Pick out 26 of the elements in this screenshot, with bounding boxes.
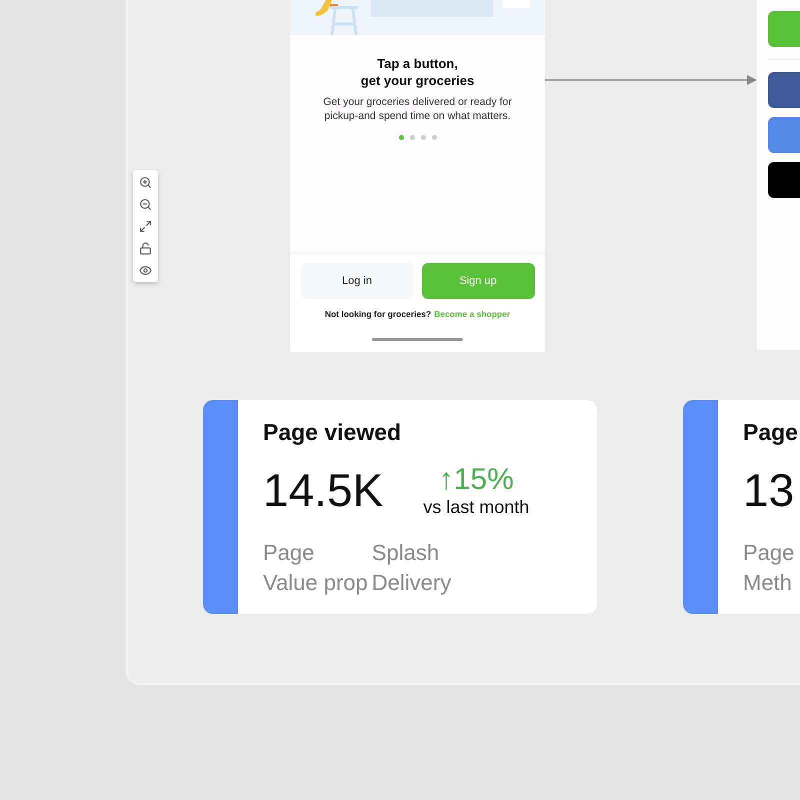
- card-title: Page: [743, 418, 798, 447]
- pager-dot[interactable]: [410, 135, 414, 140]
- onboarding-description: Get your groceries delivered or ready for pickup-and spend time on what matters.: [322, 95, 513, 123]
- expand-button[interactable]: [138, 218, 154, 234]
- footer-text: Not looking for groceries?: [324, 309, 432, 319]
- unlock-button[interactable]: [138, 240, 154, 256]
- pager-dot[interactable]: [398, 135, 404, 140]
- change-percent: ↑15%: [438, 462, 514, 496]
- card-property: Page: [263, 539, 316, 567]
- log-in-button[interactable]: Log in: [300, 263, 414, 299]
- card-property: Meth: [743, 569, 793, 597]
- pager-dot[interactable]: [420, 135, 426, 140]
- shopper-link[interactable]: Become a shopper: [434, 309, 510, 319]
- change-note: vs last month: [423, 496, 530, 518]
- metric-value: 13: [743, 463, 794, 517]
- onboarding-title: Tap a button, get your groceries: [360, 55, 474, 89]
- zoom-in-button[interactable]: [138, 174, 154, 190]
- metric-value: 14.5K: [263, 463, 384, 517]
- card-property: Delivery: [372, 569, 452, 597]
- zoom-out-button[interactable]: [138, 196, 154, 212]
- card-property: Splash: [372, 539, 440, 567]
- pager-dot[interactable]: [432, 135, 436, 140]
- card-property: Value prop: [263, 569, 368, 597]
- card-title: Page viewed: [263, 418, 402, 447]
- card-property: Page: [743, 539, 794, 567]
- sign-up-button[interactable]: Sign up: [422, 263, 534, 299]
